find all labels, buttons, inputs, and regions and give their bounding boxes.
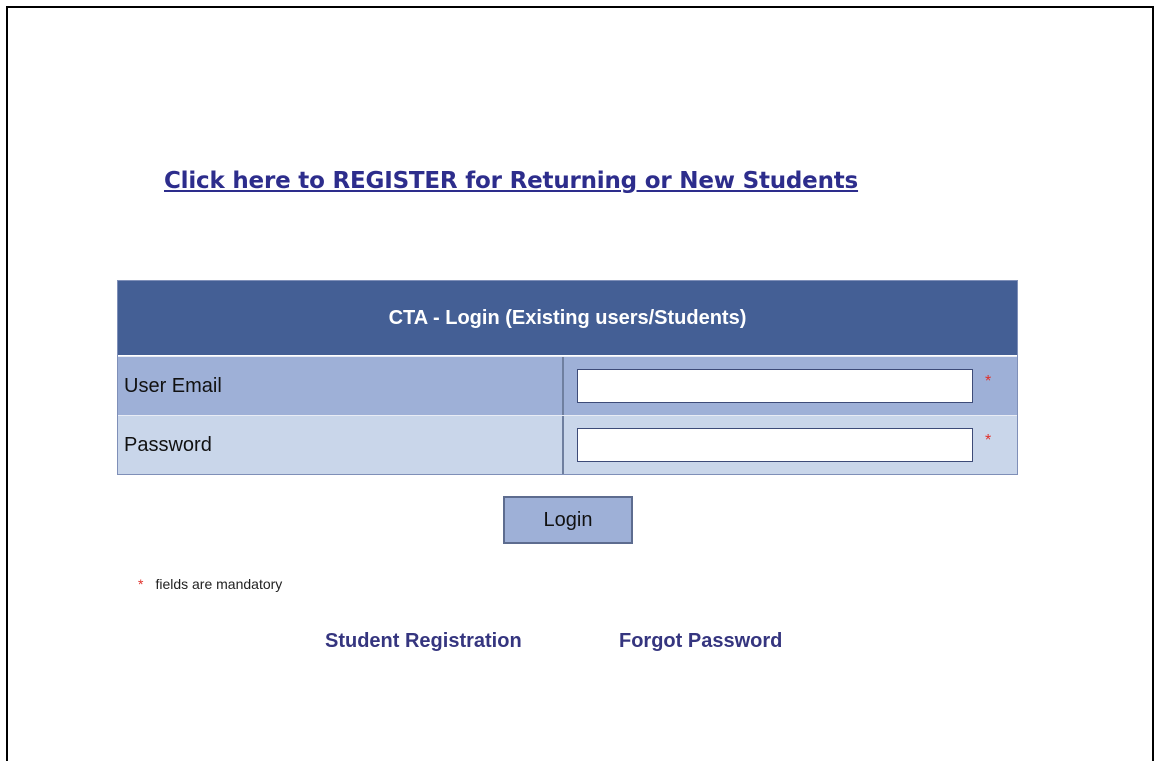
required-asterisk: * bbox=[985, 432, 992, 449]
password-row: Password * bbox=[118, 415, 1017, 474]
forgot-password-link[interactable]: Forgot Password bbox=[619, 630, 782, 653]
required-asterisk: * bbox=[985, 373, 992, 390]
user-email-input[interactable] bbox=[577, 369, 973, 403]
user-email-cell: * bbox=[564, 357, 1017, 415]
login-button[interactable]: Login bbox=[503, 496, 633, 544]
password-cell: * bbox=[564, 416, 1017, 474]
password-label: Password bbox=[118, 416, 564, 474]
register-link[interactable]: Click here to REGISTER for Returning or … bbox=[164, 168, 858, 194]
login-form: CTA - Login (Existing users/Students) Us… bbox=[117, 280, 1018, 475]
login-form-title: CTA - Login (Existing users/Students) bbox=[118, 281, 1017, 356]
mandatory-note-text: fields are mandatory bbox=[155, 576, 283, 592]
user-email-row: User Email * bbox=[118, 356, 1017, 415]
student-registration-link[interactable]: Student Registration bbox=[325, 630, 522, 653]
user-email-label: User Email bbox=[118, 357, 564, 415]
password-input[interactable] bbox=[577, 428, 973, 462]
mandatory-asterisk: * bbox=[138, 576, 144, 592]
mandatory-note: * fields are mandatory bbox=[138, 576, 282, 592]
